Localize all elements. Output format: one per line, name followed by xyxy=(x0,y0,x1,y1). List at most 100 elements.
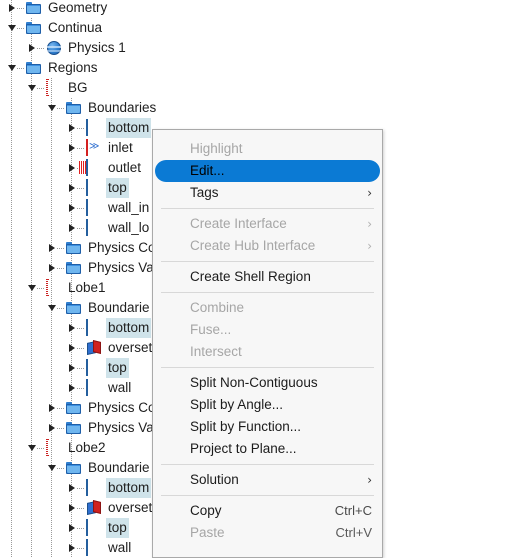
tree-collapse-arrow-icon[interactable] xyxy=(46,298,57,318)
tree-node-label[interactable]: Boundaries xyxy=(86,98,158,118)
triangle-glyph xyxy=(48,244,55,252)
triangle-glyph xyxy=(28,44,35,52)
tree-node-label[interactable]: wall_lo xyxy=(106,218,151,238)
chevron-right-icon: › xyxy=(367,217,372,231)
inlet-icon: ≫ xyxy=(86,139,102,156)
tree-expand-arrow-icon[interactable] xyxy=(66,518,77,538)
tree-expand-arrow-icon[interactable] xyxy=(66,538,77,558)
tree-node-label[interactable]: BG xyxy=(66,78,90,98)
tree-node-label[interactable]: Regions xyxy=(46,58,100,78)
menu-item-split-by-function[interactable]: Split by Function... xyxy=(153,416,382,438)
menu-item-split-by-angle[interactable]: Split by Angle... xyxy=(153,394,382,416)
tree-node-label[interactable]: Continua xyxy=(46,18,104,38)
menu-item-combine: Combine xyxy=(153,297,382,319)
tree-connector xyxy=(37,288,45,289)
tree-expand-arrow-icon[interactable] xyxy=(46,258,57,278)
tree-collapse-arrow-icon[interactable] xyxy=(26,78,37,98)
tree-node-label[interactable]: Lobe1 xyxy=(66,278,108,298)
tree-connector xyxy=(17,28,25,29)
tree-expand-arrow-icon[interactable] xyxy=(66,378,77,398)
tree-expand-arrow-icon[interactable] xyxy=(66,498,77,518)
tree-collapse-arrow-icon[interactable] xyxy=(46,458,57,478)
chevron-right-icon: › xyxy=(367,186,372,200)
tree-connector xyxy=(37,448,45,449)
menu-item-label: Create Hub Interface xyxy=(190,238,316,253)
tree-node-label[interactable]: Geometry xyxy=(46,0,109,18)
tree-node-label[interactable]: top xyxy=(106,358,129,378)
tree-expand-arrow-icon[interactable] xyxy=(26,38,37,58)
tree-row[interactable]: Boundaries xyxy=(0,98,460,118)
triangle-glyph xyxy=(68,384,75,392)
tree-collapse-arrow-icon[interactable] xyxy=(46,98,57,118)
tree-expand-arrow-icon[interactable] xyxy=(66,318,77,338)
tree-row[interactable]: BG xyxy=(0,78,460,98)
tree-node-label[interactable]: outlet xyxy=(106,158,143,178)
tree-node-label[interactable]: bottom xyxy=(106,478,152,498)
tree-node-label[interactable]: wall xyxy=(106,378,133,398)
tree-node-label[interactable]: bottom xyxy=(106,318,152,338)
menu-item-tags[interactable]: Tags › xyxy=(153,182,382,204)
tree-connector xyxy=(77,188,85,189)
tree-collapse-arrow-icon[interactable] xyxy=(26,278,37,298)
menu-item-shortcut: Ctrl+C xyxy=(334,503,372,518)
tree-node-label[interactable]: Physics Co xyxy=(86,398,158,418)
menu-item-label: Solution xyxy=(190,472,239,487)
tree-node-label[interactable]: inlet xyxy=(106,138,135,158)
tree-node-label[interactable]: overset xyxy=(106,498,154,518)
menu-item-split-non-contiguous[interactable]: Split Non-Contiguous xyxy=(153,372,382,394)
tree-expand-arrow-icon[interactable] xyxy=(66,218,77,238)
tree-expand-arrow-icon[interactable] xyxy=(46,238,57,258)
tree-node-label[interactable]: overset xyxy=(106,338,154,358)
tree-row[interactable]: Geometry xyxy=(0,0,460,18)
menu-item-copy[interactable]: Copy Ctrl+C xyxy=(153,500,382,522)
chevron-right-icon: › xyxy=(367,239,372,253)
tree-collapse-arrow-icon[interactable] xyxy=(26,438,37,458)
tree-collapse-arrow-icon[interactable] xyxy=(6,18,17,38)
tree-row[interactable]: Regions xyxy=(0,58,460,78)
tree-node-label[interactable]: top xyxy=(106,178,129,198)
menu-item-label: Paste xyxy=(190,525,225,540)
tree-node-label[interactable]: top xyxy=(106,518,129,538)
tree-connector xyxy=(77,328,85,329)
tree-expand-arrow-icon[interactable] xyxy=(66,338,77,358)
tree-node-label[interactable]: Boundarie xyxy=(86,298,152,318)
tree-expand-arrow-icon[interactable] xyxy=(46,398,57,418)
menu-separator xyxy=(161,464,374,465)
tree-node-label[interactable]: Lobe2 xyxy=(66,438,108,458)
tree-expand-arrow-icon[interactable] xyxy=(66,138,77,158)
tree-node-label[interactable]: wall_in xyxy=(106,198,151,218)
tree-expand-arrow-icon[interactable] xyxy=(66,478,77,498)
menu-separator xyxy=(161,292,374,293)
tree-node-label[interactable]: Physics Va xyxy=(86,258,156,278)
tree-node-label[interactable]: Boundarie xyxy=(86,458,152,478)
menu-item-label: Project to Plane... xyxy=(190,441,297,456)
tree-expand-arrow-icon[interactable] xyxy=(6,0,17,18)
tree-node-label[interactable]: Physics Co xyxy=(86,238,158,258)
tree-connector xyxy=(77,228,85,229)
triangle-glyph xyxy=(68,524,75,532)
tree-expand-arrow-icon[interactable] xyxy=(66,118,77,138)
tree-node-label[interactable]: Physics Va xyxy=(86,418,156,438)
menu-separator xyxy=(161,367,374,368)
tree-expand-arrow-icon[interactable] xyxy=(66,198,77,218)
tree-row[interactable]: Continua xyxy=(0,18,460,38)
menu-item-create-shell-region[interactable]: Create Shell Region xyxy=(153,266,382,288)
triangle-glyph xyxy=(48,424,55,432)
tree-node-label[interactable]: bottom xyxy=(106,118,152,138)
tree-node-label[interactable]: Physics 1 xyxy=(66,38,128,58)
menu-separator xyxy=(161,208,374,209)
tree-expand-arrow-icon[interactable] xyxy=(66,358,77,378)
menu-item-solution[interactable]: Solution › xyxy=(153,469,382,491)
tree-expand-arrow-icon[interactable] xyxy=(66,158,77,178)
boundary-context-menu[interactable]: Highlight Edit... Tags › Create Interface › Cr… xyxy=(152,129,383,558)
menu-item-label: Highlight xyxy=(190,141,243,156)
tree-expand-arrow-icon[interactable] xyxy=(66,178,77,198)
menu-item-label: Create Shell Region xyxy=(190,269,311,284)
tree-row[interactable]: Physics 1 xyxy=(0,38,460,58)
tree-node-label[interactable]: wall xyxy=(106,538,133,558)
tree-connector xyxy=(77,548,85,549)
menu-item-project-to-plane[interactable]: Project to Plane... xyxy=(153,438,382,460)
tree-expand-arrow-icon[interactable] xyxy=(46,418,57,438)
menu-item-edit[interactable]: Edit... xyxy=(153,160,382,182)
tree-collapse-arrow-icon[interactable] xyxy=(6,58,17,78)
